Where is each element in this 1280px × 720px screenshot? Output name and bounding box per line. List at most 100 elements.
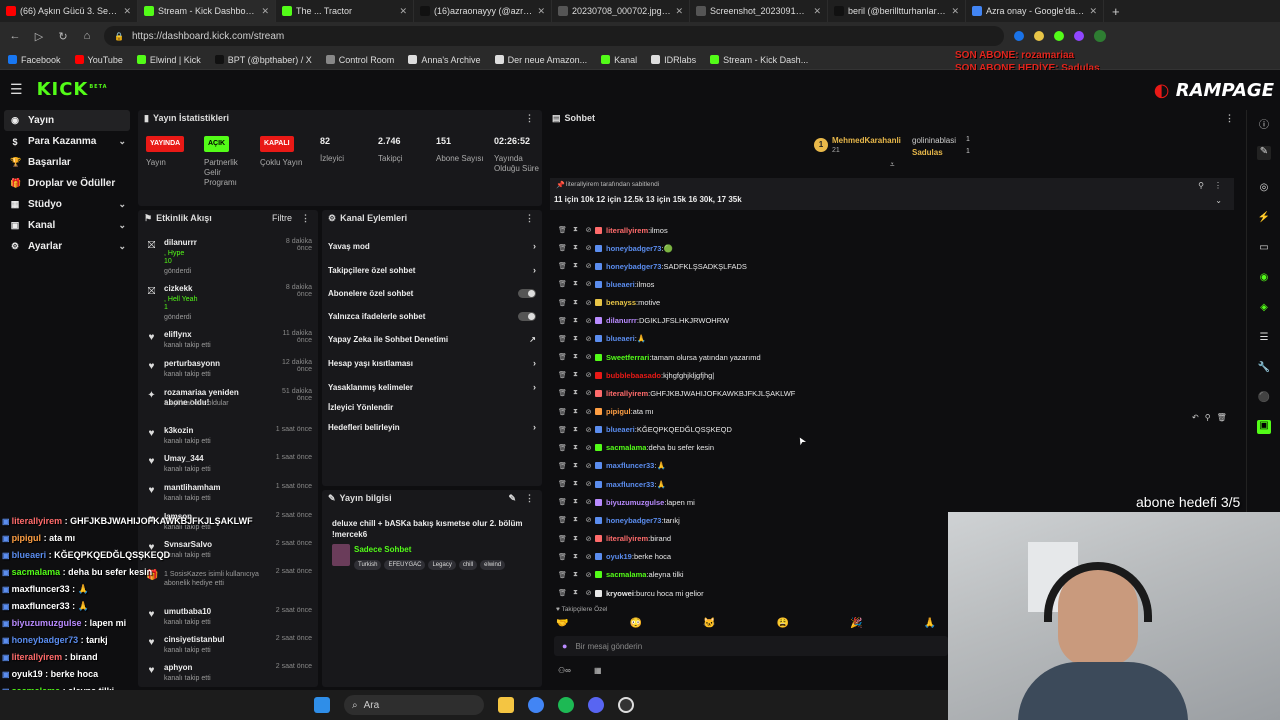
- bookmark-item[interactable]: IDRlabs: [651, 55, 696, 65]
- timeout-icon[interactable]: ⧗: [569, 389, 582, 397]
- more-options-icon[interactable]: ⋮: [1214, 181, 1222, 190]
- chat-username[interactable]: honeybadger73: [606, 244, 661, 253]
- browser-tab[interactable]: Azra onay - Google'da Ar ✕: [966, 0, 1104, 22]
- ban-icon[interactable]: ⊘: [582, 244, 595, 252]
- channel-action-item[interactable]: Yasaklanmış kelimeler ›: [328, 379, 536, 395]
- ban-icon[interactable]: ⊘: [582, 335, 595, 343]
- menu-icon[interactable]: ☰: [10, 81, 23, 98]
- chat-username[interactable]: blueaeri: [606, 334, 635, 343]
- category-name[interactable]: Sadece Sohbet: [354, 545, 411, 554]
- delete-icon[interactable]: 🗑: [556, 498, 569, 506]
- chat-username[interactable]: pipigul: [606, 407, 631, 416]
- timeout-icon[interactable]: ⧗: [569, 244, 582, 252]
- delete-icon[interactable]: 🗑: [556, 299, 569, 307]
- pin-icon[interactable]: ⚲: [1205, 413, 1211, 427]
- copy-icon[interactable]: ▭: [1257, 242, 1271, 256]
- activity-name[interactable]: k3kozin: [164, 426, 264, 436]
- delete-icon[interactable]: 🗑: [556, 426, 569, 434]
- ban-icon[interactable]: ⊘: [582, 317, 595, 325]
- chat-bubble-icon[interactable]: ◉: [1257, 272, 1271, 286]
- info-icon[interactable]: ⓘ: [1257, 116, 1271, 131]
- timeout-icon[interactable]: ⧗: [569, 516, 582, 524]
- timeout-icon[interactable]: ⧗: [569, 408, 582, 416]
- expand-icon[interactable]: ⌄: [1215, 196, 1222, 205]
- more-options-icon[interactable]: ⋮: [301, 213, 310, 224]
- emote-icon[interactable]: 🐱: [703, 618, 715, 632]
- timeout-icon[interactable]: ⧗: [569, 353, 582, 361]
- chat-username[interactable]: maxfluncer33: [606, 480, 654, 489]
- browser-tab[interactable]: beril (@berilltturhanlar) | T ✕: [828, 0, 966, 22]
- chat-username[interactable]: Sweetferrari: [606, 353, 649, 362]
- browser-tab[interactable]: Screenshot_20230912_12 ✕: [690, 0, 828, 22]
- delete-icon[interactable]: 🗑: [556, 535, 569, 543]
- chat-username[interactable]: blueaeri: [606, 280, 635, 289]
- timeout-icon[interactable]: ⧗: [569, 480, 582, 488]
- activity-name[interactable]: Umay_344: [164, 454, 264, 464]
- channel-action-item[interactable]: İzleyici Yönlendir: [328, 399, 536, 415]
- chat-username[interactable]: literallyirem: [606, 226, 648, 235]
- channel-action-item[interactable]: Hedefleri belirleyin ›: [328, 419, 536, 435]
- timeout-icon[interactable]: ⧗: [569, 553, 582, 561]
- bookmark-item[interactable]: YouTube: [74, 55, 123, 65]
- tab-close-icon[interactable]: ✕: [261, 6, 269, 17]
- sidebar-item[interactable]: ⚙ Ayarlar ⌄: [0, 236, 134, 257]
- camera-icon[interactable]: ◎: [1257, 182, 1271, 196]
- toggle-switch[interactable]: [518, 311, 536, 321]
- ban-icon[interactable]: ⊘: [582, 480, 595, 488]
- bookmark-item[interactable]: Facebook: [8, 55, 61, 65]
- chat-username[interactable]: benayss: [606, 298, 636, 307]
- channel-action-item[interactable]: Yavaş mod ›: [328, 238, 536, 254]
- chat-username[interactable]: literallyirem: [606, 389, 648, 398]
- browser-tab[interactable]: (66) Aşkın Gücü 3. Sezon ✕: [0, 0, 138, 22]
- more-options-icon[interactable]: ⋮: [1225, 113, 1234, 124]
- channel-action-item[interactable]: Yalnızca ifadelerle sohbet: [328, 308, 536, 324]
- bookmark-item[interactable]: Stream - Kick Dash...: [710, 55, 808, 65]
- delete-icon[interactable]: 🗑: [556, 335, 569, 343]
- activity-name[interactable]: perturbasyonn: [164, 359, 264, 369]
- delete-icon[interactable]: 🗑: [556, 408, 569, 416]
- tag-chip[interactable]: Legacy: [428, 560, 456, 570]
- broadcast-icon[interactable]: ◈: [1257, 302, 1271, 316]
- wrench-icon[interactable]: 🔧: [1257, 362, 1271, 376]
- extension-icon[interactable]: [1054, 31, 1064, 41]
- tag-chip[interactable]: Turkish: [354, 560, 382, 570]
- timeout-icon[interactable]: ⧗: [569, 444, 582, 452]
- timeout-icon[interactable]: ⧗: [569, 426, 582, 434]
- bolt-icon[interactable]: ⚡: [1257, 212, 1271, 226]
- sidebar-item[interactable]: ▣ Kanal ⌄: [0, 215, 134, 236]
- timeout-icon[interactable]: ⧗: [569, 371, 582, 379]
- browser-tab[interactable]: (16)azraonayyy (@azraon ✕: [414, 0, 552, 22]
- taskbar-search[interactable]: ⌕ Ara: [344, 695, 484, 715]
- chat-username[interactable]: maxfluncer33: [606, 461, 654, 470]
- delete-icon[interactable]: 🗑: [556, 244, 569, 252]
- delete-icon[interactable]: 🗑: [556, 480, 569, 488]
- ban-icon[interactable]: ⊘: [582, 299, 595, 307]
- timeout-icon[interactable]: ⧗: [569, 299, 582, 307]
- delete-icon[interactable]: 🗑: [556, 262, 569, 270]
- tab-close-icon[interactable]: ✕: [123, 6, 131, 17]
- extension-icon[interactable]: [1074, 31, 1084, 41]
- bookmark-item[interactable]: Anna's Archive: [408, 55, 481, 65]
- delete-icon[interactable]: 🗑: [556, 280, 569, 288]
- activity-name[interactable]: mantlihamham: [164, 483, 264, 493]
- delete-icon[interactable]: 🗑: [556, 226, 569, 234]
- unpin-icon[interactable]: ⚲: [1198, 181, 1204, 190]
- chat-username[interactable]: blueaeri: [606, 425, 635, 434]
- timeout-icon[interactable]: ⧗: [569, 280, 582, 288]
- ban-icon[interactable]: ⊘: [582, 408, 595, 416]
- dollar-icon[interactable]: ▣: [1257, 420, 1271, 434]
- ban-icon[interactable]: ⊘: [582, 353, 595, 361]
- url-field[interactable]: 🔒 https://dashboard.kick.com/stream: [104, 26, 1004, 46]
- tab-close-icon[interactable]: ✕: [399, 6, 407, 17]
- bookmark-item[interactable]: Der neue Amazon...: [494, 55, 587, 65]
- forward-icon[interactable]: ▷: [32, 30, 46, 43]
- chat-username[interactable]: biyuzumuzgulse: [606, 498, 664, 507]
- sidebar-item[interactable]: 🏆 Başarılar: [0, 152, 134, 173]
- timeout-icon[interactable]: ⧗: [569, 535, 582, 543]
- chrome-icon[interactable]: [528, 697, 544, 713]
- channel-action-item[interactable]: Takipçilere özel sohbet ›: [328, 262, 536, 278]
- chat-username[interactable]: sacmalama: [606, 570, 646, 579]
- chat-username[interactable]: honeybadger73: [606, 262, 661, 271]
- sidebar-item[interactable]: ◉ Yayın: [4, 110, 130, 131]
- ban-icon[interactable]: ⊘: [582, 280, 595, 288]
